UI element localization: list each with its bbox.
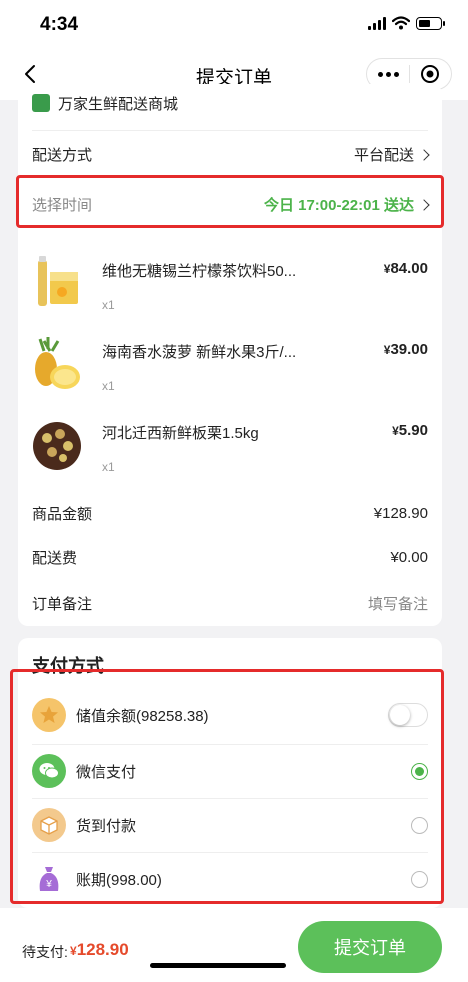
order-remark-input[interactable]: 填写备注 xyxy=(368,593,428,614)
amount-due-value: ¥128.90 xyxy=(70,940,129,959)
shipping-fee-value: ¥0.00 xyxy=(390,548,428,566)
battery-icon xyxy=(416,16,445,30)
product-qty: x1 xyxy=(102,298,115,312)
delivery-method-value: 平台配送 xyxy=(354,144,430,165)
pineapple-product-image xyxy=(35,337,80,389)
product-qty: x1 xyxy=(102,460,115,474)
submit-order-button[interactable]: 提交订单 xyxy=(298,921,442,973)
shipping-fee-row: 配送费 ¥0.00 xyxy=(32,544,428,570)
order-card: 万家生鲜配送商城 配送方式 平台配送 选择时间 今日 17:00-22:01 送… xyxy=(18,84,442,626)
home-indicator xyxy=(150,963,286,968)
product-price: ¥84.00 xyxy=(383,260,428,277)
order-remark-label: 订单备注 xyxy=(32,595,93,613)
delivery-method-row[interactable]: 配送方式 平台配送 xyxy=(32,140,430,168)
status-icons xyxy=(368,16,445,30)
product-qty: x1 xyxy=(102,379,115,393)
product-name: 海南香水菠萝 新鲜水果3斤/... xyxy=(102,344,297,361)
shipping-fee-label: 配送费 xyxy=(32,549,78,567)
store-logo-icon xyxy=(32,94,50,112)
amount-due-label: 待支付: xyxy=(22,944,68,960)
status-bar: 4:34 xyxy=(0,0,468,50)
chestnut-product-image xyxy=(33,422,81,470)
highlight-delivery-time xyxy=(16,175,444,228)
store-name: 万家生鲜配送商城 xyxy=(58,95,179,113)
product-name: 河北迁西新鲜板栗1.5kg xyxy=(102,425,259,442)
highlight-payment-options xyxy=(10,669,444,904)
order-remark-row[interactable]: 订单备注 填写备注 xyxy=(32,590,428,616)
bottom-bar: 待支付: ¥128.90 提交订单 xyxy=(0,908,468,982)
goods-amount-label: 商品金额 xyxy=(32,505,93,523)
lemon-tea-product-image xyxy=(38,256,78,306)
goods-amount-row: 商品金额 ¥128.90 xyxy=(32,500,428,526)
product-item[interactable]: 维他无糖锡兰柠檬茶饮料50... x1 ¥84.00 xyxy=(32,254,428,334)
product-name: 维他无糖锡兰柠檬茶饮料50... xyxy=(102,263,297,280)
signal-icon xyxy=(368,16,386,30)
product-item[interactable]: 海南香水菠萝 新鲜水果3斤/... x1 ¥39.00 xyxy=(32,335,428,415)
goods-amount-value: ¥128.90 xyxy=(373,504,428,522)
product-price: ¥39.00 xyxy=(383,341,428,358)
store-row: 万家生鲜配送商城 xyxy=(32,92,428,114)
delivery-method-label: 配送方式 xyxy=(32,146,93,164)
product-price: ¥5.90 xyxy=(392,422,428,439)
close-target-icon[interactable] xyxy=(410,64,451,84)
product-item[interactable]: 河北迁西新鲜板栗1.5kg x1 ¥5.90 xyxy=(32,416,428,496)
battery-level xyxy=(419,19,431,27)
status-time: 4:34 xyxy=(40,14,79,35)
wifi-icon xyxy=(392,16,410,30)
more-icon[interactable] xyxy=(367,71,409,77)
chevron-right-icon xyxy=(418,148,430,161)
